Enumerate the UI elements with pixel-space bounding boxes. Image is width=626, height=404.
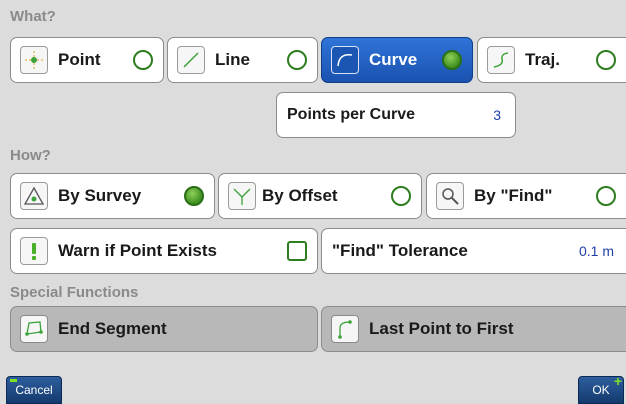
points-per-curve-field[interactable]: Points per Curve 3	[276, 92, 516, 138]
by-offset-label: By Offset	[262, 186, 338, 205]
traj-button[interactable]: Traj.	[477, 37, 626, 83]
survey-icon	[20, 182, 48, 210]
ok-label: OK	[592, 383, 610, 397]
last-point-to-first-icon	[331, 315, 359, 343]
section-label-how: How?	[10, 147, 51, 164]
trajectory-icon	[487, 46, 515, 74]
by-survey-button[interactable]: By Survey	[10, 173, 215, 219]
line-button[interactable]: Line	[167, 37, 318, 83]
point-radio[interactable]	[133, 50, 153, 70]
traj-radio[interactable]	[596, 50, 616, 70]
cancel-button[interactable]: Cancel	[6, 376, 62, 404]
line-radio[interactable]	[287, 50, 307, 70]
last-point-to-first-button[interactable]: Last Point to First	[321, 306, 626, 352]
curve-radio[interactable]	[442, 50, 462, 70]
section-label-special: Special Functions	[10, 284, 139, 301]
end-segment-icon	[20, 315, 48, 343]
end-segment-button[interactable]: End Segment	[10, 306, 318, 352]
curve-label: Curve	[369, 50, 418, 69]
by-offset-button[interactable]: By Offset	[218, 173, 422, 219]
plus-icon: +	[613, 373, 622, 389]
by-survey-label: By Survey	[58, 186, 142, 205]
line-icon	[177, 46, 205, 74]
traj-label: Traj.	[525, 50, 560, 69]
points-per-curve-value: 3	[493, 107, 501, 123]
offset-icon	[228, 182, 256, 210]
warn-if-point-exists-checkbox[interactable]	[287, 241, 307, 261]
section-label-what: What?	[10, 8, 56, 25]
curve-button[interactable]: Curve	[321, 37, 473, 83]
by-find-label: By "Find"	[474, 186, 553, 205]
curve-icon	[331, 46, 359, 74]
by-find-button[interactable]: By "Find"	[426, 173, 626, 219]
point-label: Point	[58, 50, 101, 69]
points-per-curve-label: Points per Curve	[287, 106, 416, 123]
minus-icon	[10, 379, 17, 382]
warn-if-point-exists-button[interactable]: Warn if Point Exists	[10, 228, 318, 274]
find-tolerance-label: "Find" Tolerance	[332, 241, 468, 260]
end-segment-label: End Segment	[58, 319, 167, 338]
find-tolerance-field[interactable]: "Find" Tolerance 0.1 m	[321, 228, 626, 274]
by-offset-radio[interactable]	[391, 186, 411, 206]
find-tolerance-value: 0.1 m	[578, 243, 614, 259]
last-point-to-first-label: Last Point to First	[369, 319, 514, 338]
point-button[interactable]: Point	[10, 37, 164, 83]
exclamation-icon	[20, 237, 48, 265]
warn-if-point-exists-label: Warn if Point Exists	[58, 241, 218, 260]
point-icon	[20, 46, 48, 74]
line-label: Line	[215, 50, 250, 69]
ok-button[interactable]: + OK	[578, 373, 624, 404]
by-find-radio[interactable]	[596, 186, 616, 206]
search-icon	[436, 182, 464, 210]
by-survey-radio[interactable]	[184, 186, 204, 206]
cancel-label: Cancel	[15, 383, 53, 397]
